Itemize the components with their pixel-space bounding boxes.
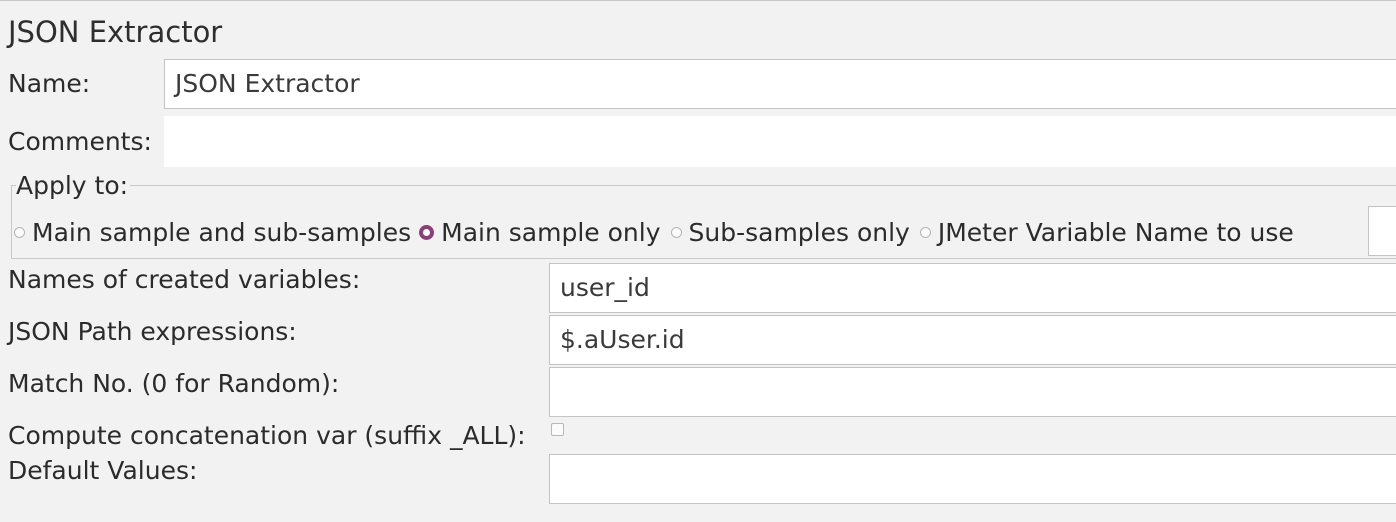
radio-label: Main sample and sub-samples <box>32 217 412 247</box>
json-path-field[interactable]: $.aUser.id <box>549 315 1396 365</box>
radio-unselected-icon <box>670 226 682 238</box>
comments-label: Comments: <box>8 127 152 156</box>
match-no-field[interactable] <box>549 367 1396 417</box>
apply-to-legend: Apply to: <box>16 171 131 201</box>
concat-label: Compute concatenation var (suffix _ALL): <box>8 421 526 450</box>
radio-main-sample-only[interactable]: Main sample only <box>419 217 661 247</box>
default-values-field[interactable] <box>549 454 1396 504</box>
radio-selected-icon <box>419 224 435 240</box>
radio-jmeter-variable[interactable]: JMeter Variable Name to use <box>919 217 1294 247</box>
radio-unselected-icon <box>14 226 25 238</box>
jmeter-variable-name-input[interactable] <box>1368 206 1396 256</box>
radio-label: Sub-samples only <box>688 217 910 247</box>
default-values-label: Default Values: <box>8 456 198 485</box>
apply-to-radio-row: Main sample and sub-samples Main sample … <box>14 215 1294 249</box>
radio-label: Main sample only <box>441 217 661 247</box>
variables-field[interactable]: user_id <box>549 263 1396 313</box>
name-field[interactable]: JSON Extractor <box>164 59 1396 109</box>
name-label: Name: <box>8 69 91 98</box>
radio-main-and-sub-samples[interactable]: Main sample and sub-samples <box>14 218 411 247</box>
concat-checkbox[interactable] <box>551 423 564 436</box>
panel-title: JSON Extractor <box>8 15 223 49</box>
radio-label: JMeter Variable Name to use <box>937 217 1294 247</box>
variables-label: Names of created variables: <box>8 265 361 294</box>
radio-sub-samples-only[interactable]: Sub-samples only <box>670 217 910 247</box>
comments-field[interactable] <box>164 116 1396 167</box>
json-extractor-panel: JSON Extractor Name: JSON Extractor Comm… <box>0 0 1396 522</box>
match-no-label: Match No. (0 for Random): <box>8 369 340 398</box>
radio-unselected-icon <box>919 226 931 238</box>
json-path-label: JSON Path expressions: <box>8 317 297 346</box>
